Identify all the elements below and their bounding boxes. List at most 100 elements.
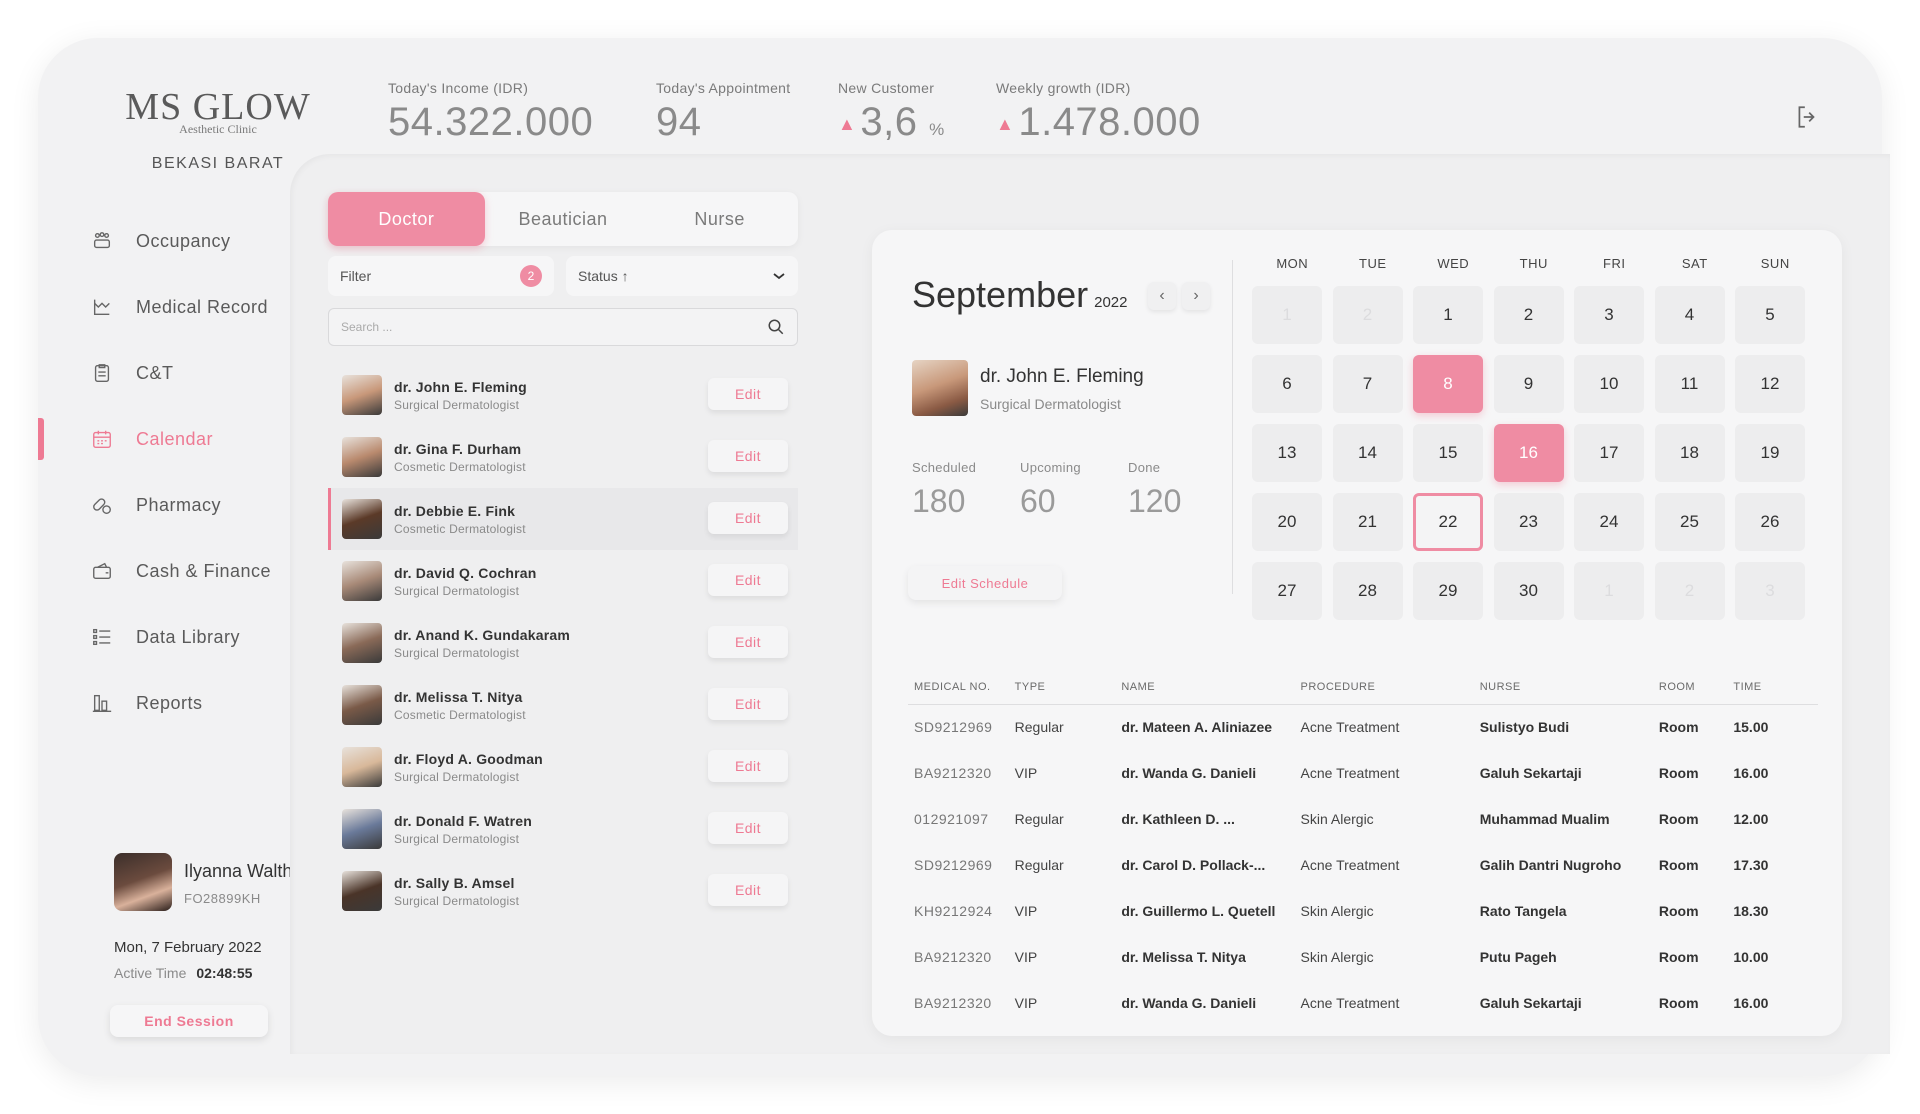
- medical-record-icon: [90, 295, 114, 319]
- calendar-day[interactable]: 2: [1493, 286, 1564, 344]
- list-item[interactable]: dr. Anand K. Gundakaram Surgical Dermatol…: [328, 612, 798, 674]
- list-item[interactable]: dr. Sally B. Amsel Surgical Dermatologist…: [328, 860, 798, 922]
- calendar-day[interactable]: 29: [1413, 562, 1483, 620]
- list-item[interactable]: dr. Gina F. Durham Cosmetic Dermatologist…: [328, 426, 798, 488]
- sidebar-item-medical-record[interactable]: Medical Record: [38, 274, 328, 340]
- sidebar-item-reports[interactable]: Reports: [38, 670, 328, 736]
- calendar-day[interactable]: 24: [1574, 493, 1644, 551]
- edit-button[interactable]: Edit: [708, 564, 788, 596]
- table-row[interactable]: KH9212924 VIP dr. Guillermo L. Quetell Skin…: [908, 888, 1818, 934]
- calendar-day[interactable]: 28: [1332, 562, 1403, 620]
- tab-beautician[interactable]: Beautician: [485, 192, 642, 246]
- calendar-day[interactable]: 1: [1413, 286, 1483, 344]
- list-item[interactable]: dr. Melissa T. Nitya Cosmetic Dermatologi…: [328, 674, 798, 736]
- user-date: Mon, 7 February 2022: [114, 939, 262, 956]
- sidebar-item-cash-finance[interactable]: Cash & Finance: [38, 538, 328, 604]
- calendar-day[interactable]: 8: [1413, 355, 1483, 413]
- edit-button[interactable]: Edit: [708, 874, 788, 906]
- sidebar-item-c-t[interactable]: C&T: [38, 340, 328, 406]
- edit-button[interactable]: Edit: [708, 626, 788, 658]
- appointment-table: MEDICAL NO. TYPE NAME PROCEDURE NURSE ROOM TIM…: [908, 670, 1818, 1026]
- doctor-photo: [342, 871, 382, 911]
- list-item[interactable]: dr. David Q. Cochran Surgical Dermatologi…: [328, 550, 798, 612]
- calendar-day[interactable]: 6: [1252, 355, 1322, 413]
- calendar-day[interactable]: 13: [1252, 424, 1322, 482]
- table-cell: Rato Tangela: [1479, 903, 1567, 919]
- calendar-day[interactable]: 20: [1252, 493, 1322, 551]
- calendar-day[interactable]: 1: [1252, 286, 1322, 344]
- calendar-day[interactable]: 1: [1574, 562, 1644, 620]
- next-month-icon[interactable]: ›: [1182, 282, 1210, 310]
- search-input[interactable]: [341, 320, 767, 334]
- calendar-day[interactable]: 23: [1493, 493, 1564, 551]
- sidebar-item-calendar[interactable]: Calendar: [38, 406, 328, 472]
- calendar-day[interactable]: 26: [1735, 493, 1805, 551]
- calendar-card: September 2022 ‹ › dr. John E. Fleming Su…: [872, 230, 1842, 1036]
- calendar-day[interactable]: 15: [1413, 424, 1483, 482]
- doctor-name: dr. John E. Fleming: [980, 366, 1144, 387]
- table-cell: SD9212969: [914, 719, 993, 736]
- column-header: ROOM: [1652, 670, 1728, 705]
- tab-nurse[interactable]: Nurse: [641, 192, 798, 246]
- edit-button[interactable]: Edit: [708, 502, 788, 534]
- edit-schedule-button[interactable]: Edit Schedule: [908, 566, 1062, 600]
- doctor-photo: [912, 360, 968, 416]
- list-item[interactable]: dr. John E. Fleming Surgical Dermatologis…: [328, 364, 798, 426]
- count-label: Scheduled: [912, 460, 977, 475]
- calendar-day[interactable]: 19: [1735, 424, 1805, 482]
- calendar-day[interactable]: 3: [1574, 286, 1644, 344]
- end-session-button[interactable]: End Session: [110, 1005, 268, 1037]
- calendar-day[interactable]: 17: [1574, 424, 1644, 482]
- sidebar-nav: Occupancy Medical Record C&T Calendar Pharma…: [38, 208, 328, 736]
- table-row[interactable]: 012921097 Regular dr. Kathleen D. ... Skin …: [908, 796, 1818, 842]
- search-icon[interactable]: [767, 318, 785, 336]
- calendar-day[interactable]: 4: [1654, 286, 1725, 344]
- table-row[interactable]: BA9212320 VIP dr. Wanda G. Danieli Acne Tre…: [908, 750, 1818, 796]
- calendar-day[interactable]: 25: [1654, 493, 1725, 551]
- calendar-day[interactable]: 2: [1654, 562, 1725, 620]
- calendar-day[interactable]: 7: [1332, 355, 1403, 413]
- calendar-day[interactable]: 16: [1493, 424, 1564, 482]
- table-row[interactable]: SD9212969 Regular dr. Mateen A. Aliniazee A…: [908, 704, 1818, 750]
- calendar-day[interactable]: 27: [1252, 562, 1322, 620]
- edit-button[interactable]: Edit: [708, 378, 788, 410]
- calendar-day[interactable]: 12: [1735, 355, 1805, 413]
- stat-caption: Today's Appointment: [656, 80, 791, 96]
- prev-month-icon[interactable]: ‹: [1148, 282, 1176, 310]
- table-cell: Room: [1658, 949, 1699, 965]
- count-value: 120: [1128, 483, 1182, 519]
- doctor-info: dr. Debbie E. Fink Cosmetic Dermatologist: [394, 503, 526, 536]
- tab-doctor[interactable]: Doctor: [328, 192, 485, 246]
- edit-button[interactable]: Edit: [708, 750, 788, 782]
- calendar-day[interactable]: 22: [1413, 493, 1483, 551]
- calendar-day[interactable]: 3: [1735, 562, 1805, 620]
- table-row[interactable]: SD9212969 Regular dr. Carol D. Pollack-...…: [908, 842, 1818, 888]
- calendar-day[interactable]: 10: [1574, 355, 1644, 413]
- list-item[interactable]: dr. Donald F. Watren Surgical Dermatologi…: [328, 798, 798, 860]
- edit-button[interactable]: Edit: [708, 440, 788, 472]
- sidebar-item-pharmacy[interactable]: Pharmacy: [38, 472, 328, 538]
- calendar-day[interactable]: 14: [1332, 424, 1403, 482]
- schedule-counts: Scheduled 180 Upcoming 60 Done 120: [912, 460, 1236, 520]
- calendar-day[interactable]: 5: [1735, 286, 1805, 344]
- table-row[interactable]: BA9212320 VIP dr. Wanda G. Danieli Acne Tre…: [908, 980, 1818, 1026]
- filter-button[interactable]: Filter 2: [328, 256, 554, 296]
- calendar-day[interactable]: 18: [1654, 424, 1725, 482]
- sidebar-item-data-library[interactable]: Data Library: [38, 604, 328, 670]
- calendar-day[interactable]: 21: [1332, 493, 1403, 551]
- logout-icon[interactable]: [1794, 104, 1820, 130]
- doctor-specialty: Surgical Dermatologist: [394, 831, 520, 846]
- table-row[interactable]: BA9212320 VIP dr. Melissa T. Nitya Skin Ale…: [908, 934, 1818, 980]
- calendar-day[interactable]: 30: [1493, 562, 1564, 620]
- status-select[interactable]: Status ↑: [566, 256, 798, 296]
- list-item[interactable]: dr. Floyd A. Goodman Surgical Dermatologi…: [328, 736, 798, 798]
- calendar-day[interactable]: 11: [1654, 355, 1725, 413]
- edit-button[interactable]: Edit: [708, 812, 788, 844]
- edit-button[interactable]: Edit: [708, 688, 788, 720]
- sidebar-item-occupancy[interactable]: Occupancy: [38, 208, 328, 274]
- calendar-day[interactable]: 9: [1493, 355, 1564, 413]
- table-cell: Skin Alergic: [1300, 811, 1374, 827]
- list-item[interactable]: dr. Debbie E. Fink Cosmetic Dermatologist…: [328, 488, 798, 550]
- calendar-day[interactable]: 2: [1332, 286, 1403, 344]
- table-cell: 12.00: [1733, 811, 1769, 827]
